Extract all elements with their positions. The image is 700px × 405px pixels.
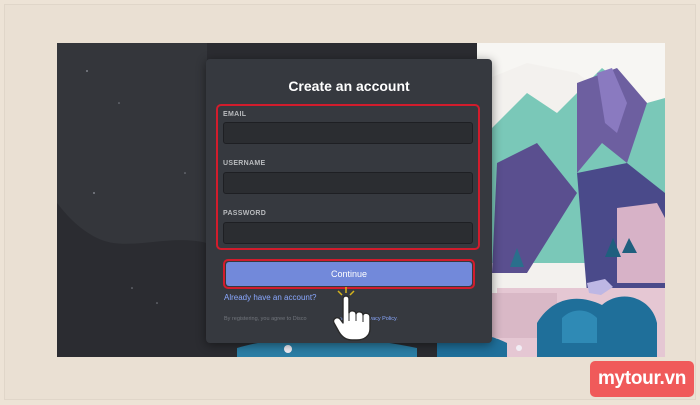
continue-button[interactable]: Continue (226, 262, 472, 286)
mytour-watermark: mytour.vn (590, 361, 694, 397)
terms-prefix: By registering, you agree to Disco (224, 316, 307, 322)
email-field[interactable] (223, 122, 473, 144)
username-label: USERNAME (223, 160, 266, 167)
already-have-account-link[interactable]: Already have an account? (224, 293, 317, 302)
email-label: EMAIL (223, 111, 247, 118)
modal-title: Create an account (288, 78, 410, 94)
terms-suffix: . (396, 316, 398, 322)
password-label: PASSWORD (223, 210, 267, 217)
username-field[interactable] (223, 172, 473, 194)
password-field[interactable] (223, 222, 473, 244)
pointing-hand-icon (332, 287, 371, 341)
